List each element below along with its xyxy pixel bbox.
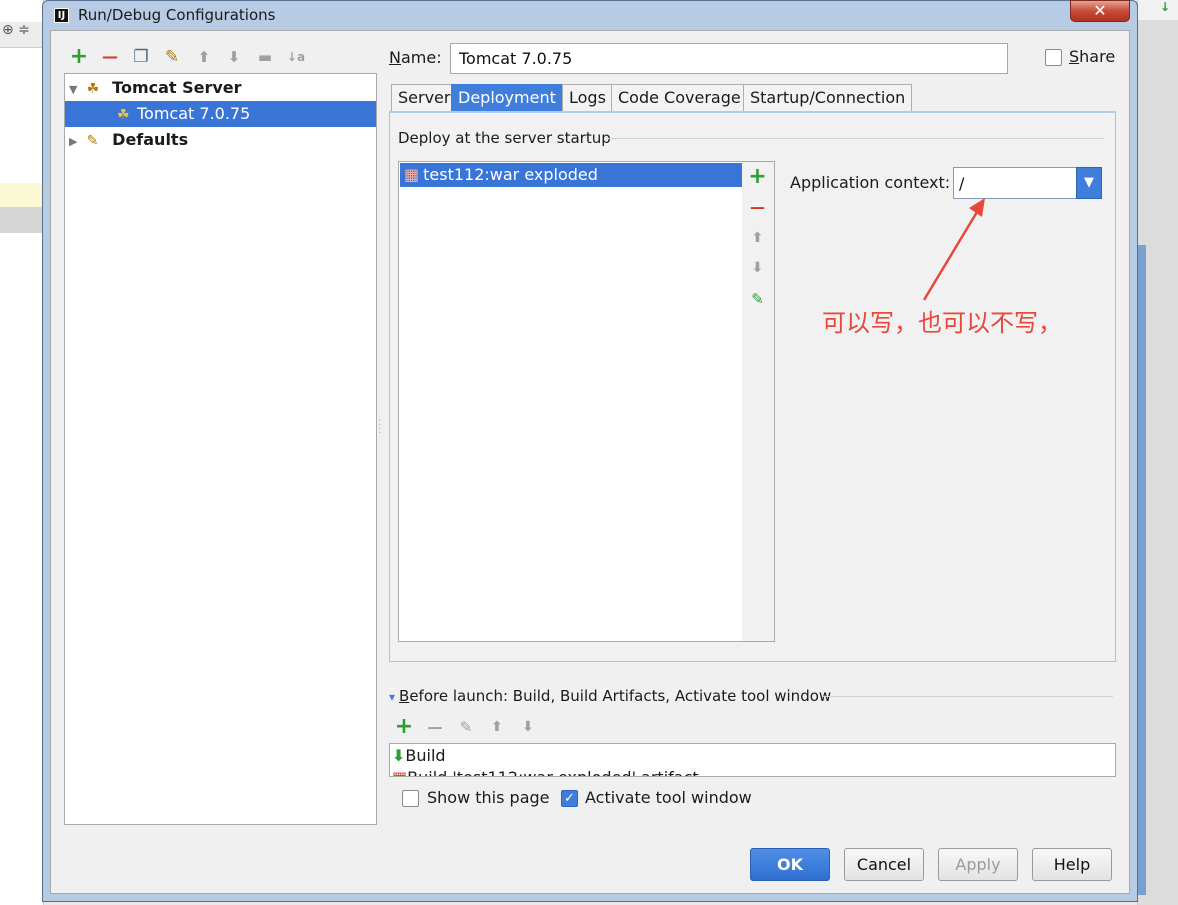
- cancel-button[interactable]: Cancel: [844, 848, 924, 881]
- move-up-icon[interactable]: ⬆: [742, 230, 773, 246]
- artifact-label: test112:war exploded: [423, 165, 598, 184]
- background-ide-left: ⊕ ≑: [0, 0, 44, 905]
- remove-artifact-icon[interactable]: —: [742, 198, 773, 216]
- move-down-icon[interactable]: ⬇: [742, 260, 773, 276]
- collapse-arrow-icon[interactable]: ▼: [69, 77, 81, 103]
- activate-tool-window-checkbox[interactable]: ✓: [561, 790, 578, 807]
- artifact-toolbar: + — ⬆ ⬇ ✎: [742, 161, 775, 642]
- build-icon: ⬇: [392, 746, 406, 765]
- configurations-tree[interactable]: ▼ ☘ Tomcat Server ☘ Tomcat 7.0.75 ▶ ✎ Def…: [64, 73, 377, 825]
- move-down-icon[interactable]: ⬇: [517, 716, 539, 738]
- name-input[interactable]: [450, 43, 1008, 74]
- tomcat-icon: ☘: [117, 107, 130, 123]
- apply-button[interactable]: Apply: [938, 848, 1018, 881]
- add-artifact-icon[interactable]: +: [742, 164, 773, 189]
- move-up-icon[interactable]: ⬆: [486, 716, 508, 738]
- artifact-icon: ▦: [404, 165, 420, 184]
- tree-item-tomcat-7[interactable]: ☘ Tomcat 7.0.75: [65, 101, 376, 127]
- show-this-page-label[interactable]: Show this page: [427, 788, 550, 807]
- tab-server[interactable]: Server: [391, 84, 458, 111]
- add-task-icon[interactable]: +: [393, 716, 415, 738]
- name-label: Name:: [389, 48, 442, 67]
- move-down-icon[interactable]: ⬇: [224, 47, 244, 67]
- deploy-section-title: Deploy at the server startup: [398, 129, 611, 147]
- tab-deployment[interactable]: Deployment: [451, 84, 563, 111]
- list-item[interactable]: ⬇Build: [390, 745, 446, 767]
- tab-logs[interactable]: Logs: [562, 84, 613, 111]
- task-label: Build 'test112:war exploded' artifact: [407, 768, 699, 776]
- background-ide-right: ↓: [1137, 0, 1178, 905]
- activate-tool-window-label[interactable]: Activate tool window: [585, 788, 752, 807]
- help-button[interactable]: Help: [1032, 848, 1112, 881]
- artifact-list[interactable]: ▦ test112:war exploded: [398, 161, 743, 642]
- move-up-icon[interactable]: ⬆: [194, 47, 214, 67]
- remove-icon[interactable]: —: [100, 47, 120, 67]
- share-checkbox[interactable]: [1045, 49, 1062, 66]
- edit-task-icon[interactable]: ✎: [455, 716, 477, 738]
- share-label[interactable]: Share: [1069, 47, 1115, 66]
- close-button[interactable]: ✕: [1070, 0, 1130, 22]
- tab-code-coverage[interactable]: Code Coverage: [611, 84, 748, 111]
- ok-button[interactable]: OK: [750, 848, 830, 881]
- list-item[interactable]: ▦Build 'test112:war exploded' artifact: [390, 767, 699, 776]
- before-launch-list[interactable]: ⬇Build ▦Build 'test112:war exploded' art…: [389, 743, 1116, 777]
- splitter-handle[interactable]: · · · ·: [378, 417, 381, 439]
- show-this-page-checkbox[interactable]: [402, 790, 419, 807]
- tree-item-label: Tomcat Server: [112, 78, 242, 97]
- window-title: Run/Debug Configurations: [78, 6, 276, 24]
- sort-icon[interactable]: ↓a: [286, 47, 306, 67]
- list-item[interactable]: ▦ test112:war exploded: [400, 163, 743, 187]
- section-divider: [608, 138, 1104, 139]
- app-icon: IJ: [54, 8, 69, 23]
- folder-icon[interactable]: ▬: [255, 47, 275, 67]
- annotation-arrow-icon: [922, 198, 985, 301]
- tree-item-label: Defaults: [112, 130, 189, 149]
- tree-item-label: Tomcat 7.0.75: [137, 104, 251, 123]
- copy-icon[interactable]: ❐: [131, 47, 151, 67]
- before-launch-title[interactable]: ▾ Before launch: Build, Build Artifacts, …: [389, 687, 831, 705]
- wrench-icon: ✎: [86, 133, 99, 149]
- background-selected-line: [0, 207, 44, 233]
- background-build-icon: ↓: [1160, 0, 1171, 14]
- tab-startup-connection[interactable]: Startup/Connection: [743, 84, 913, 111]
- wrench-icon[interactable]: ✎: [162, 47, 182, 67]
- artifact-icon: ▦: [392, 768, 407, 776]
- tree-item-defaults[interactable]: ▶ ✎ Defaults: [65, 127, 376, 153]
- remove-task-icon[interactable]: —: [424, 716, 446, 738]
- expand-icon: ▾: [389, 690, 396, 704]
- tomcat-icon: ☘: [86, 81, 100, 97]
- annotation-text: 可以写，也可以不写，: [822, 309, 1062, 337]
- section-divider: [822, 696, 1113, 697]
- tree-item-tomcat-server[interactable]: ▼ ☘ Tomcat Server: [65, 75, 376, 101]
- background-toolbar: ⊕ ≑: [0, 22, 44, 48]
- background-scrollbar: [1138, 245, 1146, 895]
- chevron-down-icon[interactable]: ▼: [1076, 167, 1102, 199]
- add-icon[interactable]: +: [69, 46, 89, 68]
- edit-artifact-icon[interactable]: ✎: [742, 290, 773, 308]
- expand-arrow-icon[interactable]: ▶: [69, 129, 81, 155]
- background-highlight-line: [0, 183, 44, 207]
- task-label: Build: [405, 746, 446, 765]
